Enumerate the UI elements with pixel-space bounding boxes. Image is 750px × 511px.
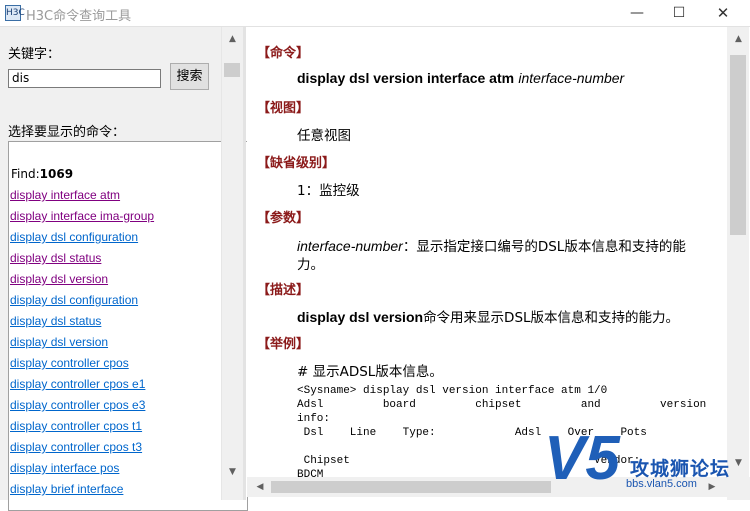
section-parameters: 【参数】 (257, 211, 310, 226)
section-command: 【命令】 (257, 46, 310, 61)
command-list-item[interactable]: display controller cpos e1 (10, 377, 145, 391)
section-description: 【描述】 (257, 283, 310, 298)
command-syntax: display dsl version interface atm interf… (297, 70, 625, 86)
watermark-url: bbs.vlan5.com (626, 478, 697, 490)
command-list-item[interactable]: display brief interface (10, 482, 123, 496)
choose-command-label: 选择要显示的命令： (8, 125, 126, 140)
view-value: 任意视图 (297, 128, 351, 144)
scrollbar-thumb[interactable] (730, 55, 746, 235)
command-detail-panel: 【命令】 display dsl version interface atm i… (247, 27, 727, 477)
description-text: display dsl version命令用来显示DSL版本信息和支持的能力。 (297, 309, 680, 326)
level-value: 1：监控级 (297, 183, 360, 199)
command-list-item[interactable]: display controller cpos (10, 356, 129, 370)
maximize-button[interactable]: ☐ (656, 0, 702, 26)
right-vertical-scrollbar[interactable]: ▲ ▼ (727, 27, 749, 477)
command-list-item[interactable]: display dsl configuration (10, 230, 138, 244)
command-list-item[interactable]: display interface ima-group (10, 209, 154, 223)
close-button[interactable]: ✕ (700, 0, 746, 26)
command-list-item[interactable]: display dsl version (10, 335, 108, 349)
section-example: 【举例】 (257, 337, 310, 352)
scrollbar-thumb[interactable] (224, 63, 240, 77)
title-bar: H3C H3C命令查询工具 — ☐ ✕ (0, 0, 750, 27)
command-list[interactable]: Find:1069 display interface atm display i… (8, 141, 248, 511)
parameter-description-cont: 力。 (297, 257, 324, 273)
watermark-brand: 攻城狮论坛 (630, 458, 731, 480)
command-list-item[interactable]: display controller cpos t1 (10, 419, 142, 433)
scroll-up-icon[interactable]: ▲ (728, 31, 749, 48)
scroll-left-icon[interactable]: ◀ (251, 477, 269, 497)
keyword-label: 关键字： (8, 47, 61, 62)
pane-splitter[interactable] (243, 27, 246, 500)
watermark-logo: V5 攻城狮论坛 bbs.vlan5.com (538, 428, 750, 500)
search-button[interactable]: 搜索 (170, 63, 209, 90)
command-list-item[interactable]: display dsl version (10, 272, 108, 286)
command-list-item[interactable]: display controller cpos t3 (10, 440, 142, 454)
window-title: H3C命令查询工具 (26, 9, 132, 24)
search-input[interactable]: dis (8, 69, 161, 88)
command-list-item[interactable]: display interface pos (10, 461, 119, 475)
command-list-item[interactable]: display interface atm (10, 188, 120, 202)
minimize-button[interactable]: — (614, 0, 660, 26)
command-list-item[interactable]: display dsl status (10, 314, 101, 328)
example-title: # 显示ADSL版本信息。 (297, 364, 443, 380)
find-count: Find:1069 (11, 167, 74, 181)
app-icon: H3C (5, 5, 25, 21)
command-list-item[interactable]: display controller cpos e3 (10, 398, 145, 412)
scroll-up-icon[interactable]: ▲ (222, 31, 243, 48)
section-view: 【视图】 (257, 101, 310, 116)
left-panel: 关键字： dis 搜索 选择要显示的命令： Find:1069 display … (0, 27, 248, 511)
parameter-description: interface-number：显示指定接口编号的DSL版本信息和支持的能 (297, 238, 686, 255)
scroll-down-icon[interactable]: ▼ (222, 464, 243, 481)
left-scrollbar[interactable]: ▲ ▼ (221, 27, 243, 500)
section-default-level: 【缺省级别】 (257, 156, 336, 171)
command-list-item[interactable]: display dsl configuration (10, 293, 138, 307)
scrollbar-thumb[interactable] (271, 481, 551, 493)
watermark-logo-mark: V5 (544, 424, 620, 493)
command-list-item[interactable]: display dsl status (10, 251, 101, 265)
